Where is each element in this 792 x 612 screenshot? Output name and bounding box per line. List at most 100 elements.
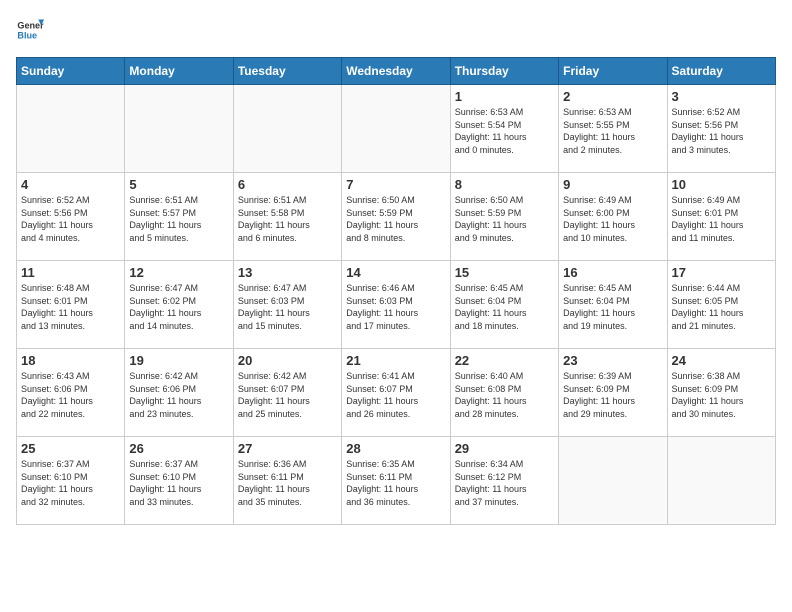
day-info: Sunrise: 6:46 AM Sunset: 6:03 PM Dayligh… [346,282,445,332]
calendar-week-row: 4Sunrise: 6:52 AM Sunset: 5:56 PM Daylig… [17,173,776,261]
calendar-cell [342,85,450,173]
calendar-cell: 12 Sunrise: 6:47 AM Sunset: 6:02 PM Dayli… [125,261,233,349]
calendar-cell: 23 Sunrise: 6:39 AM Sunset: 6:09 PM Dayli… [559,349,667,437]
calendar-cell: 21 Sunrise: 6:41 AM Sunset: 6:07 PM Dayli… [342,349,450,437]
calendar-cell: 14 Sunrise: 6:46 AM Sunset: 6:03 PM Dayli… [342,261,450,349]
calendar-cell [559,437,667,525]
calendar-cell: 17Sunrise: 6:44 AM Sunset: 6:05 PM Dayli… [667,261,775,349]
day-number: 7 [346,177,445,192]
day-number: 19 [129,353,228,368]
calendar-cell: 7 Sunrise: 6:50 AM Sunset: 5:59 PM Daylig… [342,173,450,261]
calendar-cell: 11 Sunrise: 6:48 AM Sunset: 6:01 PM Dayli… [17,261,125,349]
calendar-cell [667,437,775,525]
day-number: 28 [346,441,445,456]
calendar-cell: 5 Sunrise: 6:51 AM Sunset: 5:57 PM Daylig… [125,173,233,261]
day-info: Sunrise: 6:53 AM Sunset: 5:54 PM Dayligh… [455,106,554,156]
calendar-cell: 9 Sunrise: 6:49 AM Sunset: 6:00 PM Daylig… [559,173,667,261]
day-number: 2 [563,89,662,104]
day-info: Sunrise: 6:35 AM Sunset: 6:11 PM Dayligh… [346,458,445,508]
day-info: Sunrise: 6:47 AM Sunset: 6:02 PM Dayligh… [129,282,228,332]
calendar-cell: 10Sunrise: 6:49 AM Sunset: 6:01 PM Dayli… [667,173,775,261]
calendar-cell: 3 Sunrise: 6:52 AM Sunset: 5:56 PM Daylig… [667,85,775,173]
calendar-body: 1 Sunrise: 6:53 AM Sunset: 5:54 PM Daylig… [17,85,776,525]
calendar-cell: 28 Sunrise: 6:35 AM Sunset: 6:11 PM Dayli… [342,437,450,525]
day-info: Sunrise: 6:47 AM Sunset: 6:03 PM Dayligh… [238,282,337,332]
day-info: Sunrise: 6:50 AM Sunset: 5:59 PM Dayligh… [346,194,445,244]
day-number: 18 [21,353,120,368]
day-number: 1 [455,89,554,104]
calendar-cell: 13 Sunrise: 6:47 AM Sunset: 6:03 PM Dayli… [233,261,341,349]
calendar-week-row: 1 Sunrise: 6:53 AM Sunset: 5:54 PM Daylig… [17,85,776,173]
day-number: 23 [563,353,662,368]
day-number: 8 [455,177,554,192]
weekday-header: Friday [559,58,667,85]
weekday-header: Monday [125,58,233,85]
weekday-row: SundayMondayTuesdayWednesdayThursdayFrid… [17,58,776,85]
day-number: 27 [238,441,337,456]
calendar-cell: 8 Sunrise: 6:50 AM Sunset: 5:59 PM Daylig… [450,173,558,261]
weekday-header: Sunday [17,58,125,85]
logo: General Blue [16,16,44,49]
calendar-cell: 22 Sunrise: 6:40 AM Sunset: 6:08 PM Dayli… [450,349,558,437]
day-number: 22 [455,353,554,368]
day-number: 10 [672,177,771,192]
calendar-cell: 26Sunrise: 6:37 AM Sunset: 6:10 PM Dayli… [125,437,233,525]
day-number: 17 [672,265,771,280]
calendar-cell [17,85,125,173]
day-number: 12 [129,265,228,280]
day-number: 25 [21,441,120,456]
calendar-table: SundayMondayTuesdayWednesdayThursdayFrid… [16,57,776,525]
day-info: Sunrise: 6:45 AM Sunset: 6:04 PM Dayligh… [563,282,662,332]
day-info: Sunrise: 6:34 AM Sunset: 6:12 PM Dayligh… [455,458,554,508]
day-info: Sunrise: 6:37 AM Sunset: 6:10 PM Dayligh… [129,458,228,508]
calendar-cell: 6 Sunrise: 6:51 AM Sunset: 5:58 PM Daylig… [233,173,341,261]
day-info: Sunrise: 6:53 AM Sunset: 5:55 PM Dayligh… [563,106,662,156]
calendar-cell: 1 Sunrise: 6:53 AM Sunset: 5:54 PM Daylig… [450,85,558,173]
calendar-week-row: 18 Sunrise: 6:43 AM Sunset: 6:06 PM Dayli… [17,349,776,437]
weekday-header: Thursday [450,58,558,85]
day-number: 21 [346,353,445,368]
day-info: Sunrise: 6:40 AM Sunset: 6:08 PM Dayligh… [455,370,554,420]
day-info: Sunrise: 6:51 AM Sunset: 5:58 PM Dayligh… [238,194,337,244]
calendar-cell: 20 Sunrise: 6:42 AM Sunset: 6:07 PM Dayli… [233,349,341,437]
day-number: 13 [238,265,337,280]
day-info: Sunrise: 6:45 AM Sunset: 6:04 PM Dayligh… [455,282,554,332]
day-number: 11 [21,265,120,280]
day-info: Sunrise: 6:41 AM Sunset: 6:07 PM Dayligh… [346,370,445,420]
day-info: Sunrise: 6:43 AM Sunset: 6:06 PM Dayligh… [21,370,120,420]
day-info: Sunrise: 6:51 AM Sunset: 5:57 PM Dayligh… [129,194,228,244]
day-number: 14 [346,265,445,280]
day-number: 6 [238,177,337,192]
calendar-week-row: 11 Sunrise: 6:48 AM Sunset: 6:01 PM Dayli… [17,261,776,349]
day-number: 15 [455,265,554,280]
day-info: Sunrise: 6:48 AM Sunset: 6:01 PM Dayligh… [21,282,120,332]
day-info: Sunrise: 6:39 AM Sunset: 6:09 PM Dayligh… [563,370,662,420]
day-info: Sunrise: 6:42 AM Sunset: 6:07 PM Dayligh… [238,370,337,420]
svg-text:Blue: Blue [17,30,37,40]
day-number: 20 [238,353,337,368]
day-info: Sunrise: 6:49 AM Sunset: 6:00 PM Dayligh… [563,194,662,244]
day-info: Sunrise: 6:36 AM Sunset: 6:11 PM Dayligh… [238,458,337,508]
day-info: Sunrise: 6:52 AM Sunset: 5:56 PM Dayligh… [21,194,120,244]
day-info: Sunrise: 6:37 AM Sunset: 6:10 PM Dayligh… [21,458,120,508]
day-number: 29 [455,441,554,456]
day-number: 3 [672,89,771,104]
calendar-cell: 25 Sunrise: 6:37 AM Sunset: 6:10 PM Dayli… [17,437,125,525]
calendar-header: SundayMondayTuesdayWednesdayThursdayFrid… [17,58,776,85]
weekday-header: Tuesday [233,58,341,85]
calendar-cell: 24Sunrise: 6:38 AM Sunset: 6:09 PM Dayli… [667,349,775,437]
calendar-cell: 4Sunrise: 6:52 AM Sunset: 5:56 PM Daylig… [17,173,125,261]
weekday-header: Wednesday [342,58,450,85]
calendar-cell: 18 Sunrise: 6:43 AM Sunset: 6:06 PM Dayli… [17,349,125,437]
calendar-cell: 15 Sunrise: 6:45 AM Sunset: 6:04 PM Dayli… [450,261,558,349]
day-number: 9 [563,177,662,192]
day-info: Sunrise: 6:52 AM Sunset: 5:56 PM Dayligh… [672,106,771,156]
day-info: Sunrise: 6:50 AM Sunset: 5:59 PM Dayligh… [455,194,554,244]
calendar-cell: 27 Sunrise: 6:36 AM Sunset: 6:11 PM Dayli… [233,437,341,525]
day-number: 5 [129,177,228,192]
logo-icon: General Blue [16,16,44,44]
page-header: General Blue [16,16,776,49]
day-number: 16 [563,265,662,280]
calendar-cell: 19Sunrise: 6:42 AM Sunset: 6:06 PM Dayli… [125,349,233,437]
calendar-cell [233,85,341,173]
